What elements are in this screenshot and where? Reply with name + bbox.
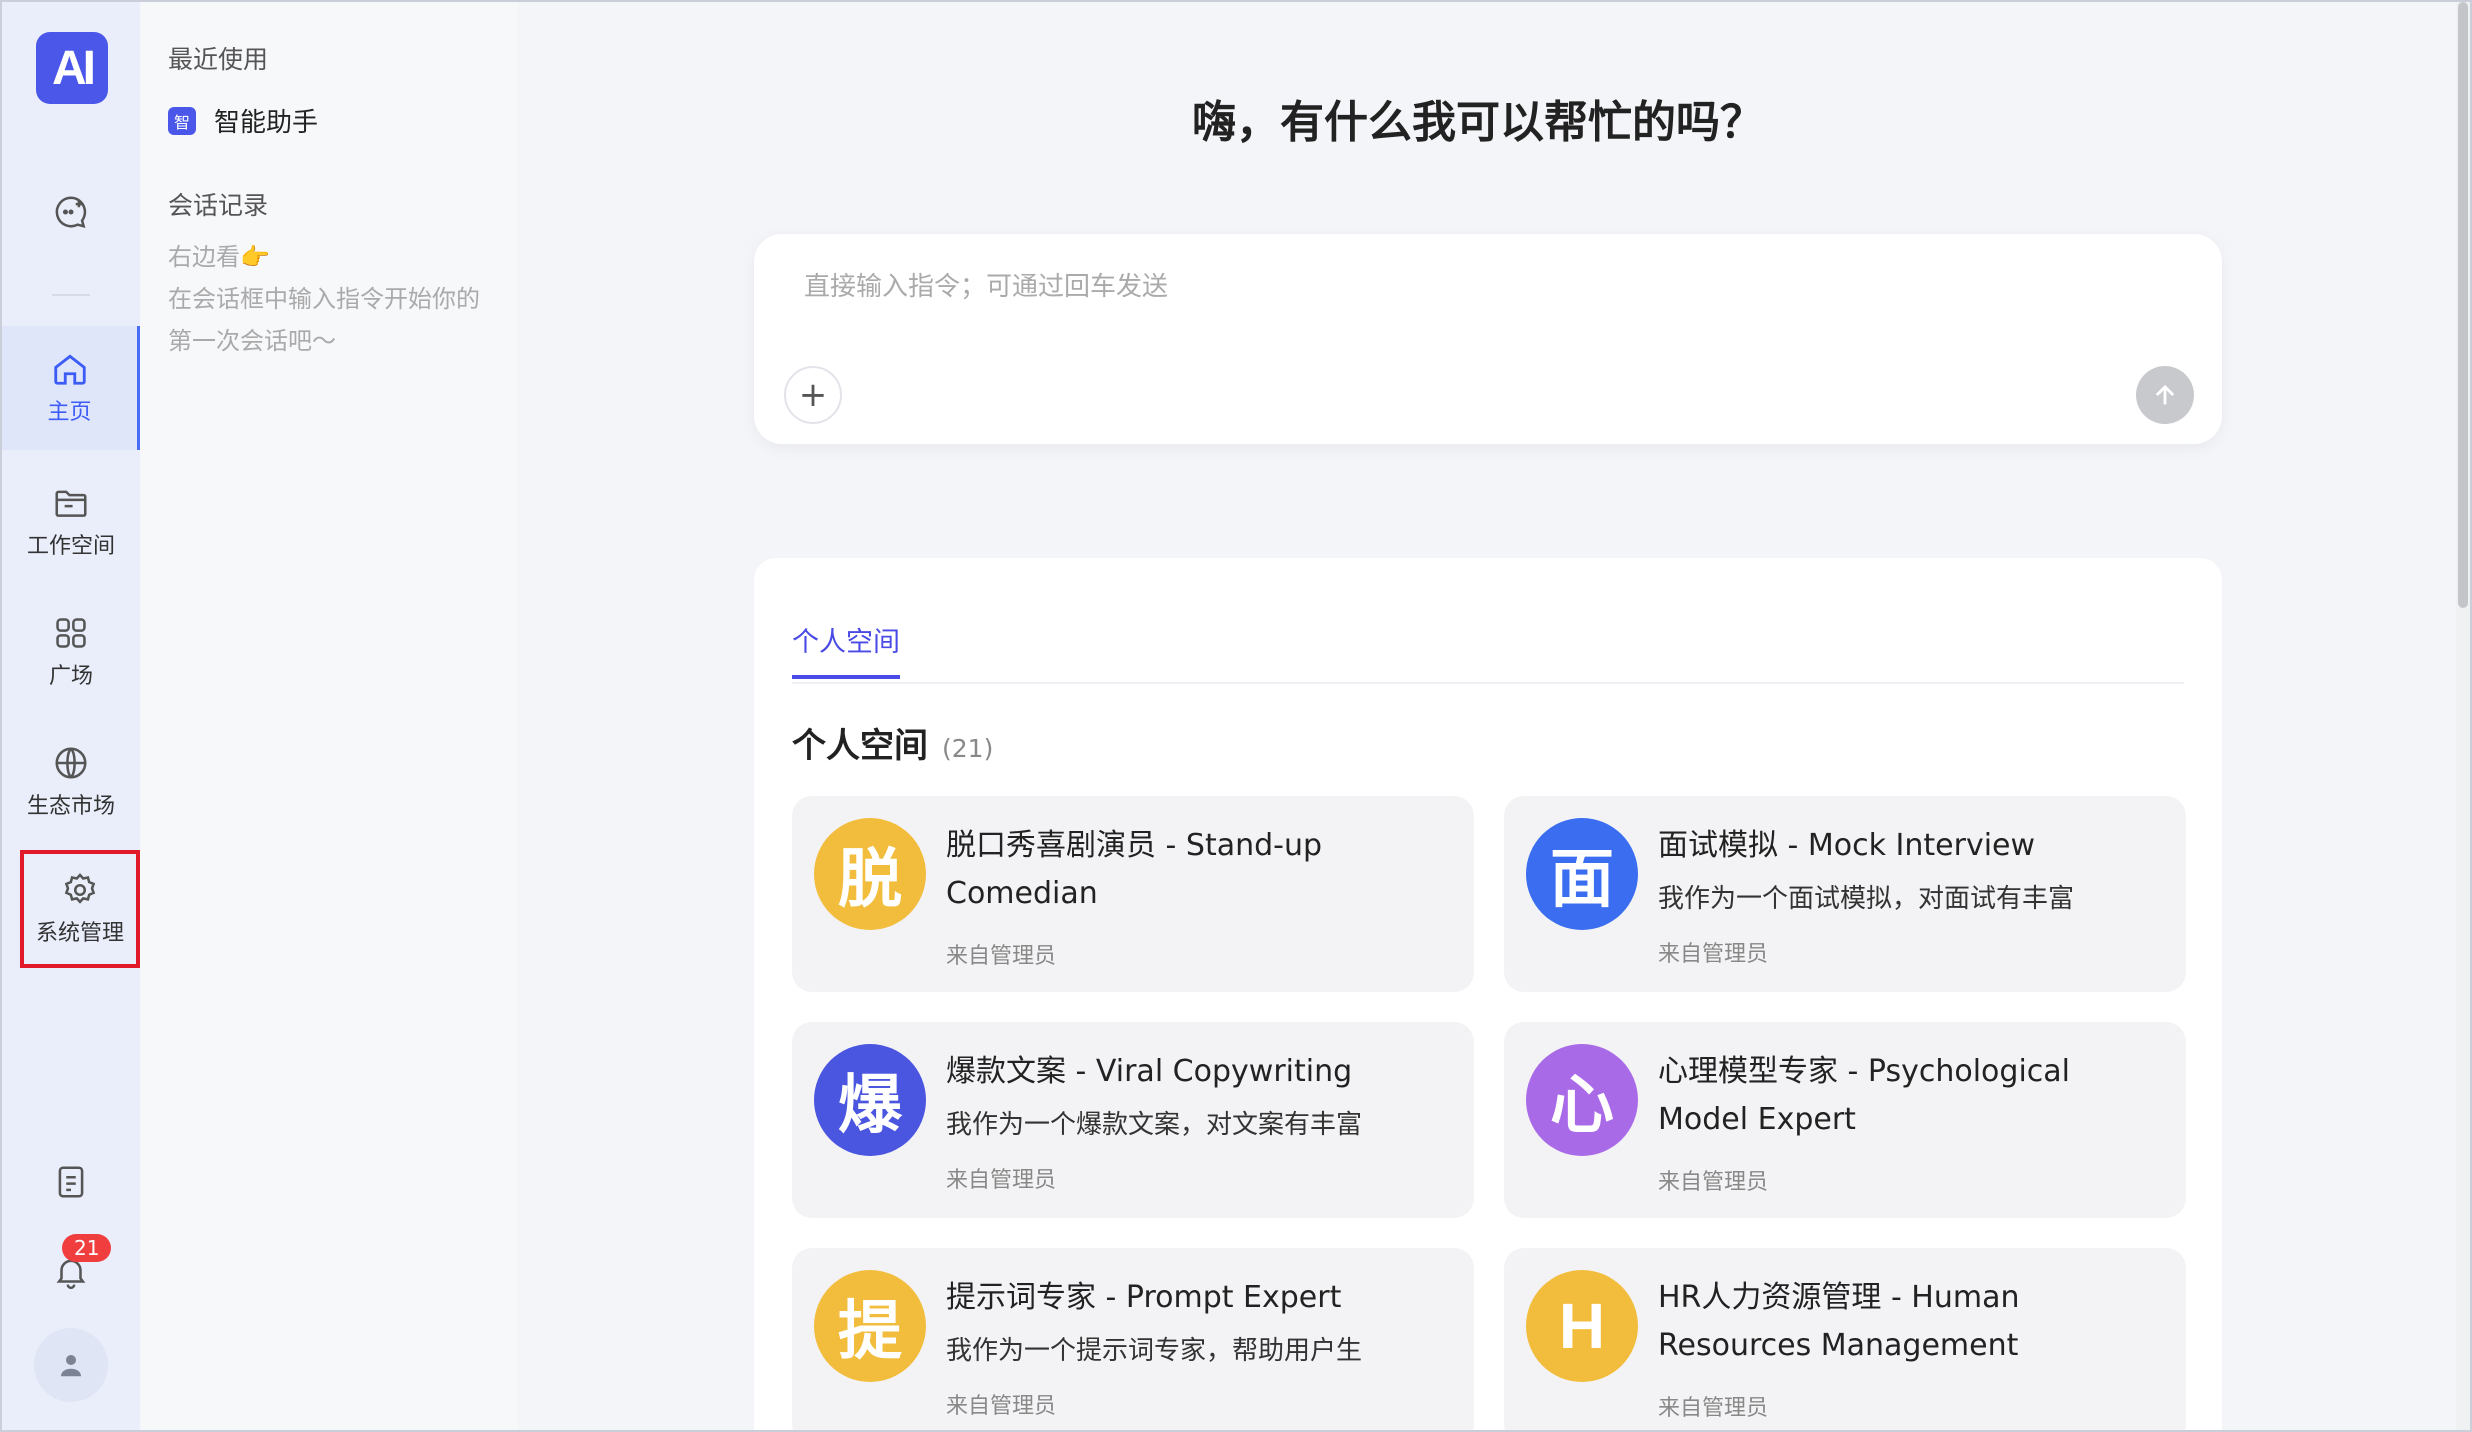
card-title: 脱口秀喜剧演员 - Stand-up Comedian: [946, 828, 1323, 911]
card-source: 来自管理员: [946, 1394, 1057, 1419]
conversation-sidebar: 最近使用 智 智能助手 会话记录 右边看👉 在会话框中输入指令开始你的第一次会话…: [140, 2, 518, 1430]
card-source: 来自管理员: [1658, 1396, 1769, 1421]
card-title: 提示词专家 - Prompt Expert: [946, 1280, 1342, 1315]
history-hint-line1: 右边看👉: [168, 243, 270, 271]
nav-workspace[interactable]: 工作空间: [2, 462, 140, 582]
tab-divider: [792, 682, 2184, 684]
document-icon: [58, 1166, 84, 1198]
card-source: 来自管理员: [1658, 942, 1769, 967]
nav-market-label: 生态市场: [26, 794, 115, 819]
recent-item-label: 智能助手: [214, 108, 319, 138]
folder-icon: [55, 490, 87, 517]
send-button[interactable]: [2136, 366, 2194, 424]
nav-home[interactable]: 主页: [2, 326, 140, 450]
nav-plaza-label: 广场: [48, 664, 93, 689]
scrollbar-thumb[interactable]: [2458, 2, 2468, 608]
section-heading: 个人空间 (21): [792, 718, 993, 767]
card-avatar: 脱: [814, 818, 926, 930]
page-scrollbar[interactable]: [2456, 2, 2470, 1430]
card-title: 面试模拟 - Mock Interview: [1658, 828, 2036, 863]
history-title: 会话记录: [168, 191, 269, 220]
rail-divider: [52, 294, 90, 296]
chat-input-box[interactable]: 直接输入指令；可通过回车发送 +: [754, 234, 2222, 444]
nav-market[interactable]: 生态市场: [2, 722, 140, 842]
card-source: 来自管理员: [946, 944, 1057, 969]
card-description: 我作为一个提示词专家，帮助用户生: [946, 1336, 1363, 1366]
user-icon: [61, 1355, 81, 1377]
nav-system-label: 系统管理: [35, 921, 124, 946]
greeting-title: 嗨，有什么我可以帮忙的吗？: [1192, 97, 1764, 148]
card-description: 我作为一个爆款文案，对文案有丰富: [946, 1110, 1363, 1140]
agent-card[interactable]: H HR人力资源管理 - Human Resources Management …: [1504, 1248, 2186, 1430]
chat-input-placeholder[interactable]: 直接输入指令；可通过回车发送: [804, 266, 1168, 303]
agent-card[interactable]: 提 提示词专家 - Prompt Expert 我作为一个提示词专家，帮助用户生…: [792, 1248, 1474, 1430]
card-title: 心理模型专家 - Psychological Model Expert: [1658, 1054, 2070, 1137]
tab-personal-space[interactable]: 个人空间: [792, 620, 900, 679]
new-chat-button[interactable]: [2, 182, 140, 242]
attach-button[interactable]: +: [784, 366, 842, 424]
app-window: AI 主页 工作空间 广场 生态市场 系统管理 21 最近使用 智 智能助手 会…: [0, 0, 2472, 1432]
card-title: 爆款文案 - Viral Copywriting: [946, 1054, 1353, 1089]
recent-title: 最近使用: [168, 45, 269, 74]
history-empty-hint: 右边看👉 在会话框中输入指令开始你的第一次会话吧～: [168, 236, 498, 362]
grid-icon: [56, 618, 86, 648]
gear-icon: [64, 873, 96, 904]
agent-card[interactable]: 脱 脱口秀喜剧演员 - Stand-up Comedian 来自管理员: [792, 796, 1474, 992]
main-content: 嗨，有什么我可以帮忙的吗？ 直接输入指令；可通过回车发送 + 个人空间 个人空间…: [518, 2, 2460, 1430]
agent-card[interactable]: 面 面试模拟 - Mock Interview 我作为一个面试模拟，对面试有丰富…: [1504, 796, 2186, 992]
nav-home-label: 主页: [47, 400, 92, 425]
arrow-up-icon: [2155, 384, 2175, 405]
space-panel: 个人空间 个人空间 (21) 脱 脱口秀喜剧演员 - Stand-up Comed…: [754, 558, 2222, 1430]
docs-button[interactable]: [2, 1152, 140, 1212]
user-avatar[interactable]: [34, 1328, 108, 1402]
agent-card[interactable]: 爆 爆款文案 - Viral Copywriting 我作为一个爆款文案，对文案…: [792, 1022, 1474, 1218]
app-logo[interactable]: AI: [36, 32, 108, 104]
card-avatar: 心: [1526, 1044, 1638, 1156]
card-title: HR人力资源管理 - Human Resources Management: [1658, 1280, 2020, 1363]
history-hint-line2: 在会话框中输入指令开始你的第一次会话吧～: [168, 285, 480, 355]
nav-system-admin[interactable]: 系统管理: [20, 850, 140, 968]
card-avatar: 提: [814, 1270, 926, 1382]
agent-card[interactable]: 心 心理模型专家 - Psychological Model Expert 来自…: [1504, 1022, 2186, 1218]
card-avatar: 爆: [814, 1044, 926, 1156]
icon-rail: AI 主页 工作空间 广场 生态市场 系统管理 21: [2, 2, 140, 1430]
section-title: 个人空间: [792, 726, 928, 766]
assistant-icon: 智: [168, 106, 196, 135]
nav-workspace-label: 工作空间: [26, 534, 115, 559]
notification-badge: 21: [62, 1234, 112, 1262]
globe-icon: [55, 747, 87, 779]
card-source: 来自管理员: [946, 1168, 1057, 1193]
nav-plaza[interactable]: 广场: [2, 592, 140, 712]
card-avatar: 面: [1526, 818, 1638, 930]
logo-text: AI: [52, 41, 96, 95]
home-icon: [53, 354, 86, 385]
recent-item-assistant[interactable]: 智 智能助手: [168, 102, 318, 139]
card-description: 我作为一个面试模拟，对面试有丰富: [1658, 884, 2075, 914]
card-source: 来自管理员: [1658, 1170, 1769, 1195]
section-count: (21): [942, 734, 994, 763]
new-chat-icon: [55, 196, 87, 229]
card-avatar: H: [1526, 1270, 1638, 1382]
